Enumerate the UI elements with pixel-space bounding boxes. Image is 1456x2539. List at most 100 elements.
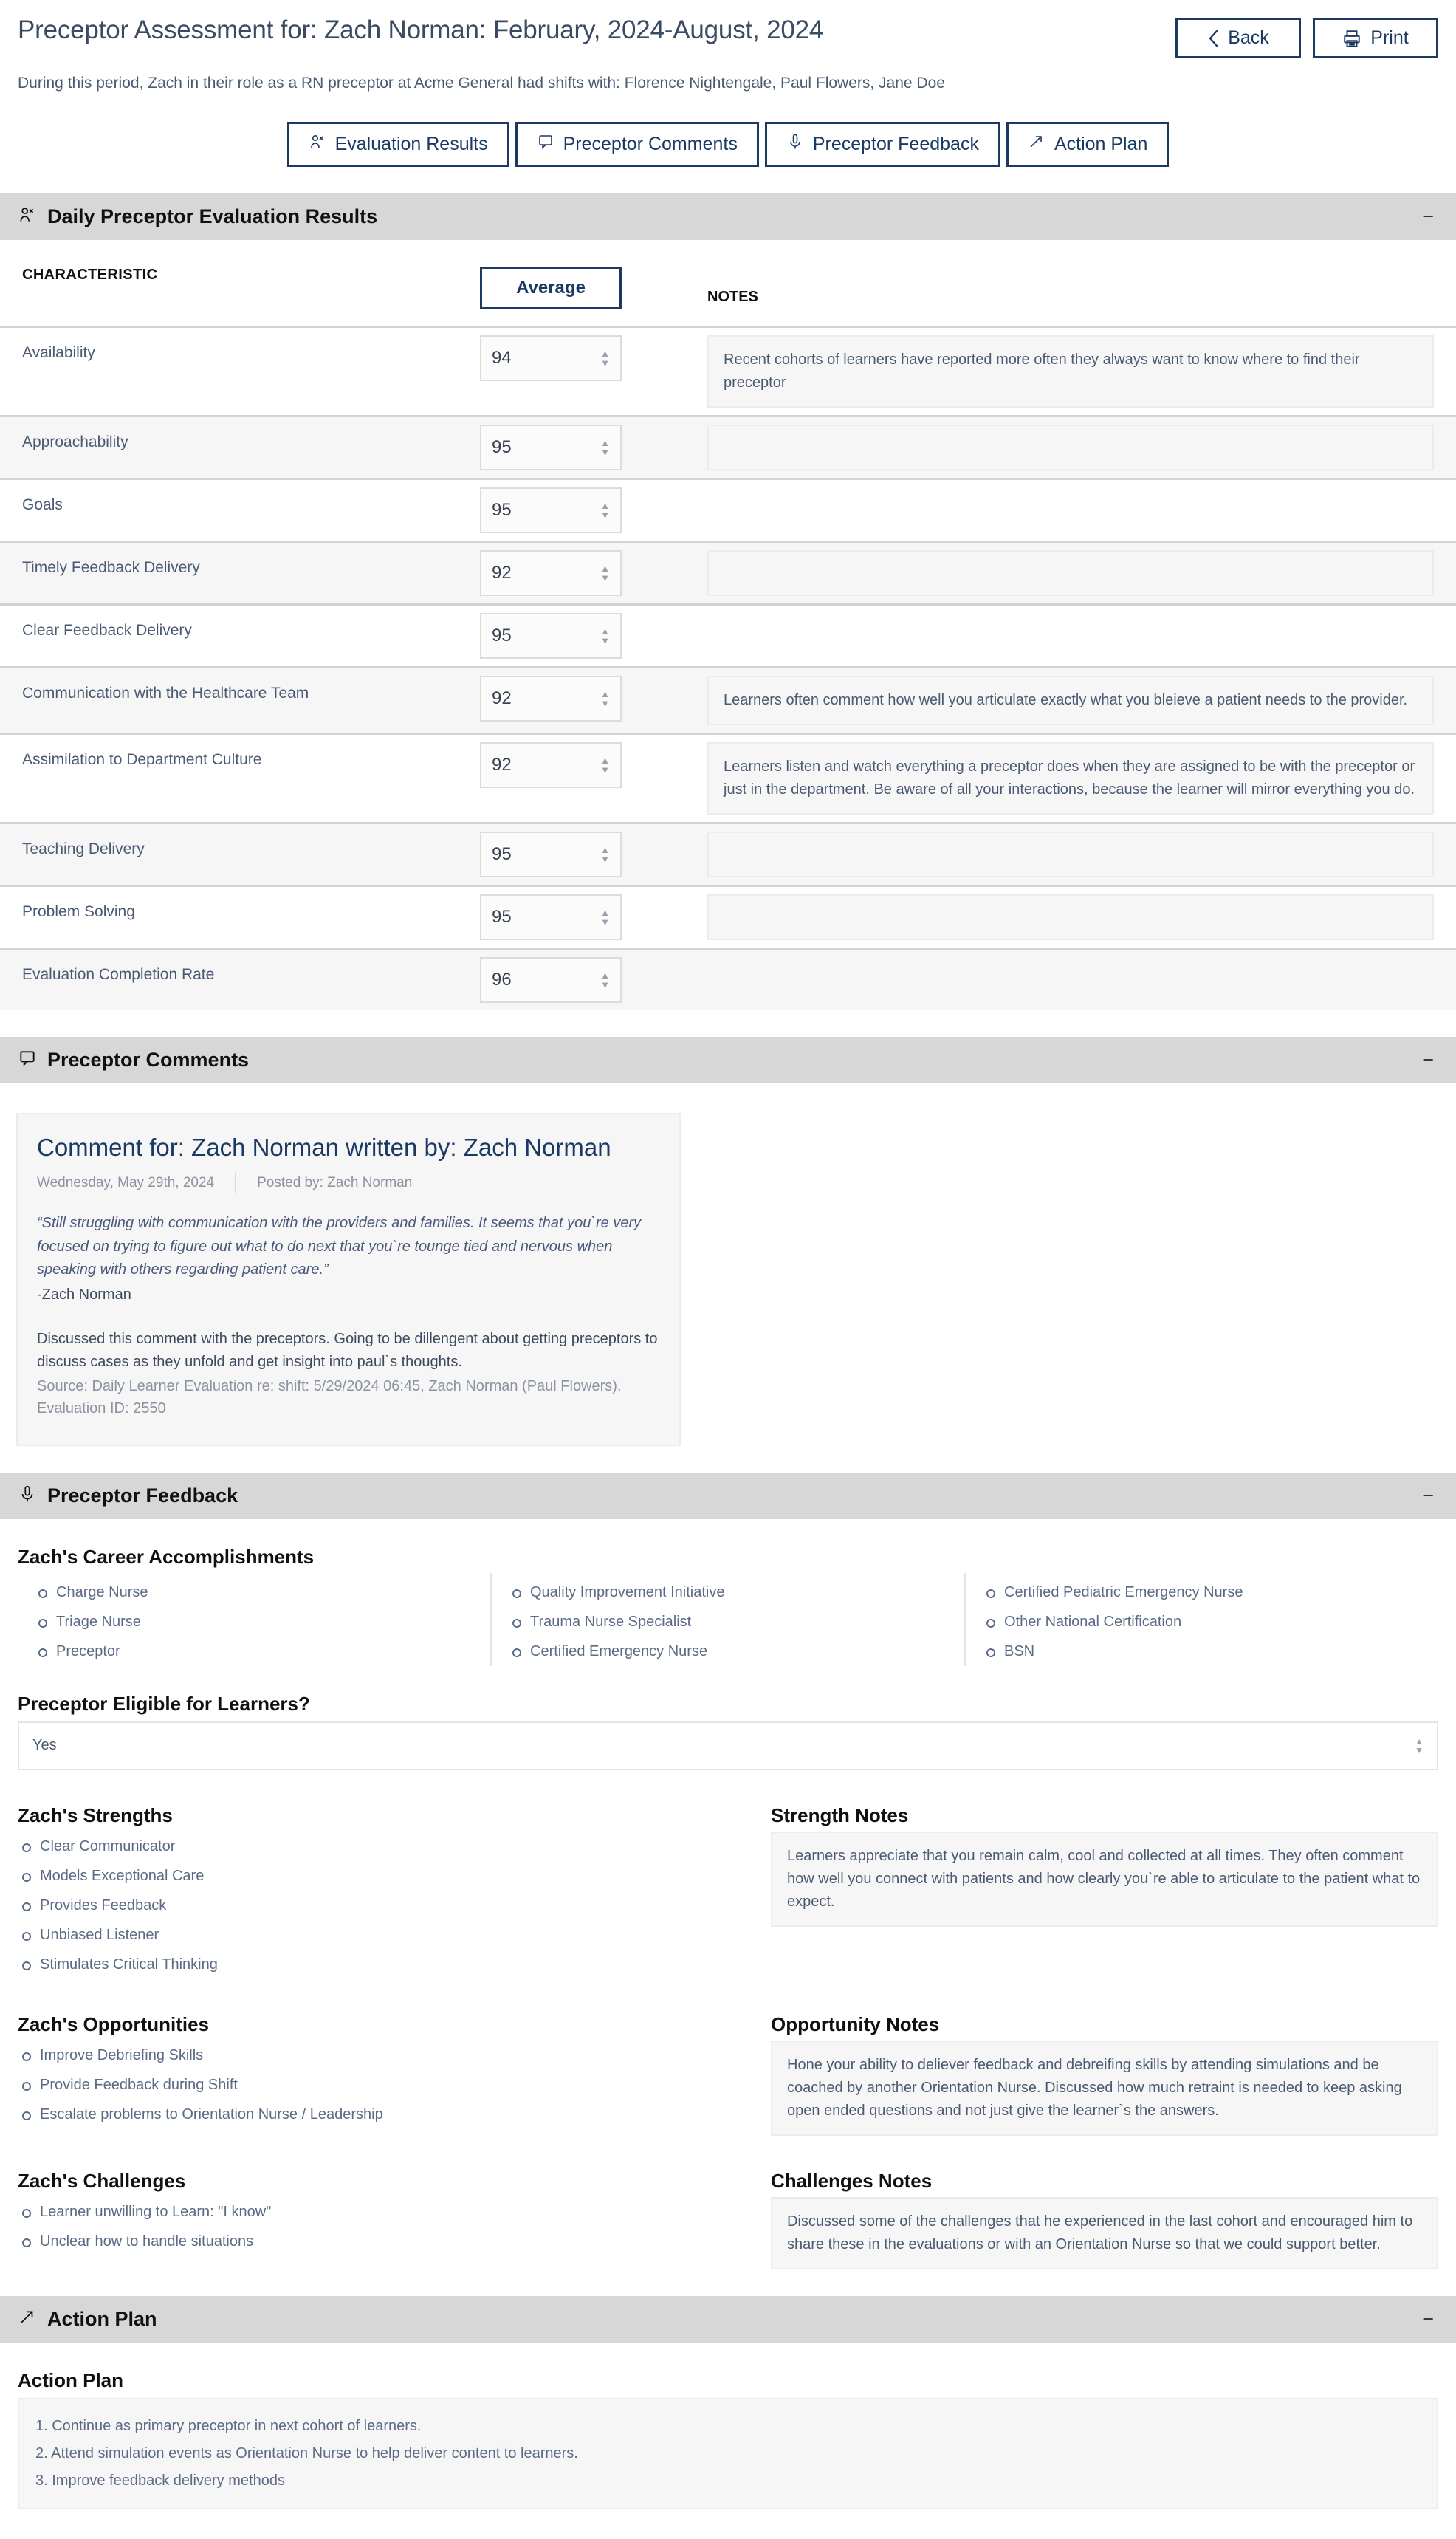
action-plan-item: 1. Continue as primary preceptor in next…: [35, 2417, 422, 2434]
eligible-selected-value: Yes: [32, 1737, 57, 1754]
row-average-value: 92: [492, 688, 512, 708]
accomplishments-list-2: Quality Improvement Initiative Trauma Nur…: [508, 1577, 964, 1666]
row-characteristic: Evaluation Completion Rate: [22, 966, 215, 983]
row-average-stepper[interactable]: 94 ▲ ▼: [480, 335, 622, 381]
row-characteristic: Assimilation to Department Culture: [22, 751, 262, 768]
row-average-value: 95: [492, 844, 512, 864]
column-header-average[interactable]: Average: [480, 267, 622, 309]
comment-source: Source: Daily Learner Evaluation re: shi…: [37, 1377, 622, 1416]
back-button[interactable]: Back: [1175, 18, 1301, 58]
collapse-toggle-action-plan[interactable]: −: [1422, 2309, 1438, 2329]
stepper-arrows-icon[interactable]: ▲ ▼: [600, 908, 610, 927]
stepper-arrows-icon[interactable]: ▲ ▼: [600, 755, 610, 775]
section-title: Preceptor Feedback: [47, 1484, 238, 1507]
row-average-stepper[interactable]: 95 ▲ ▼: [480, 613, 622, 659]
stepper-arrows-icon[interactable]: ▲ ▼: [600, 438, 610, 457]
arrow-icon: [18, 2308, 37, 2331]
stepper-arrows-icon[interactable]: ▲ ▼: [600, 501, 610, 520]
stepper-arrows-icon[interactable]: ▲ ▼: [600, 563, 610, 583]
row-average-stepper[interactable]: 95 ▲ ▼: [480, 832, 622, 877]
meta-divider: [235, 1173, 237, 1193]
comment-meta: Wednesday, May 29th, 2024 Posted by: Zac…: [37, 1173, 660, 1193]
row-average-stepper[interactable]: 96 ▲ ▼: [480, 957, 622, 1003]
row-note[interactable]: Recent cohorts of learners have reported…: [707, 335, 1434, 408]
opportunity-notes-box[interactable]: Hone your ability to deliever feedback a…: [771, 2040, 1438, 2136]
row-average-stepper[interactable]: 92 ▲ ▼: [480, 742, 622, 788]
tab-preceptor-comments[interactable]: Preceptor Comments: [515, 122, 759, 167]
accomplishments-title: Zach's Career Accomplishments: [18, 1545, 315, 1568]
arrow-icon: [1028, 133, 1045, 156]
opportunities-title: Zach's Opportunities: [18, 2012, 209, 2035]
tab-action-plan[interactable]: Action Plan: [1006, 122, 1170, 167]
comment-quote: “Still struggling with communication wit…: [37, 1212, 660, 1306]
strengths-title: Zach's Strengths: [18, 1803, 173, 1826]
row-characteristic: Approachability: [22, 434, 128, 450]
row-note[interactable]: [707, 550, 1434, 596]
list-item: Quality Improvement Initiative: [508, 1577, 964, 1607]
stepper-arrows-icon[interactable]: ▲ ▼: [600, 626, 610, 645]
list-item: Other National Certification: [982, 1607, 1438, 1637]
collapse-toggle-evaluation[interactable]: −: [1422, 207, 1438, 227]
collapse-toggle-feedback[interactable]: −: [1422, 1485, 1438, 1506]
action-plan-box[interactable]: 1. Continue as primary preceptor in next…: [18, 2397, 1438, 2509]
action-plan-item: 3. Improve feedback delivery methods: [35, 2472, 285, 2489]
eligible-title: Preceptor Eligible for Learners?: [18, 1692, 310, 1715]
microphone-icon: [18, 1484, 37, 1507]
row-average-value: 96: [492, 970, 512, 990]
row-note[interactable]: [707, 832, 1434, 877]
section-header-action-plan[interactable]: Action Plan −: [0, 2295, 1456, 2343]
list-item: Unclear how to handle situations: [18, 2227, 741, 2256]
section-title: Preceptor Comments: [47, 1049, 250, 1071]
table-row: Communication with the Healthcare Team 92…: [0, 666, 1456, 733]
section-header-feedback[interactable]: Preceptor Feedback −: [0, 1472, 1456, 1519]
row-characteristic: Communication with the Healthcare Team: [22, 685, 309, 702]
table-row: Teaching Delivery 95 ▲ ▼: [0, 822, 1456, 885]
challenges-notes-title: Challenges Notes: [771, 2169, 933, 2192]
tab-label: Evaluation Results: [334, 134, 488, 154]
row-average-stepper[interactable]: 95 ▲ ▼: [480, 425, 622, 470]
list-item: Learner unwilling to Learn: "I know": [18, 2197, 741, 2227]
tab-preceptor-feedback[interactable]: Preceptor Feedback: [764, 122, 1000, 167]
row-note[interactable]: [707, 425, 1434, 470]
section-header-comments[interactable]: Preceptor Comments −: [0, 1037, 1456, 1083]
table-row: Problem Solving 95 ▲ ▼: [0, 885, 1456, 948]
row-average-stepper[interactable]: 95 ▲ ▼: [480, 487, 622, 533]
stepper-arrows-icon[interactable]: ▲ ▼: [600, 349, 610, 368]
row-characteristic: Teaching Delivery: [22, 840, 145, 857]
column-header-notes: NOTES: [707, 289, 758, 305]
stepper-arrows-icon[interactable]: ▲ ▼: [600, 845, 610, 864]
printer-icon: [1342, 29, 1361, 48]
row-average-stepper[interactable]: 92 ▲ ▼: [480, 676, 622, 722]
tab-evaluation-results[interactable]: Evaluation Results: [286, 122, 509, 167]
row-average-value: 92: [492, 755, 512, 775]
comment-title: Comment for: Zach Norman written by: Zac…: [37, 1134, 611, 1161]
stepper-arrows-icon[interactable]: ▲ ▼: [600, 970, 610, 990]
accomplishments-list-3: Certified Pediatric Emergency Nurse Other…: [982, 1577, 1438, 1666]
comment-date: Wednesday, May 29th, 2024: [37, 1175, 215, 1191]
print-button[interactable]: Print: [1313, 18, 1438, 58]
section-tabs: Evaluation Results Preceptor Comments Pr…: [0, 122, 1456, 167]
challenges-title: Zach's Challenges: [18, 2169, 186, 2192]
strength-notes-box[interactable]: Learners appreciate that you remain calm…: [771, 1831, 1438, 1927]
list-item: Certified Pediatric Emergency Nurse: [982, 1577, 1438, 1607]
row-average-stepper[interactable]: 95 ▲ ▼: [480, 894, 622, 940]
eligible-select[interactable]: Yes ▲ ▼: [18, 1721, 1438, 1770]
challenges-notes-box[interactable]: Discussed some of the challenges that he…: [771, 2196, 1438, 2269]
section-header-evaluation[interactable]: Daily Preceptor Evaluation Results −: [0, 193, 1456, 240]
table-row: Evaluation Completion Rate 96 ▲ ▼: [0, 948, 1456, 1010]
comment-icon: [18, 1049, 37, 1072]
row-average-stepper[interactable]: 92 ▲ ▼: [480, 550, 622, 596]
row-note[interactable]: [707, 894, 1434, 940]
row-note[interactable]: Learners often comment how well you arti…: [707, 676, 1434, 725]
print-button-label: Print: [1370, 27, 1409, 48]
table-row: Goals 95 ▲ ▼: [0, 478, 1456, 541]
comment-icon: [537, 133, 554, 156]
stepper-arrows-icon[interactable]: ▲ ▼: [600, 689, 610, 708]
collapse-toggle-comments[interactable]: −: [1422, 1050, 1438, 1070]
list-item: Models Exceptional Care: [18, 1861, 741, 1891]
table-row: Assimilation to Department Culture 92 ▲ ▼ Le…: [0, 733, 1456, 822]
table-row: Availability 94 ▲ ▼ Recent cohorts of learne…: [0, 326, 1456, 415]
tab-label: Action Plan: [1054, 134, 1148, 154]
row-note[interactable]: Learners listen and watch everything a p…: [707, 742, 1434, 815]
opportunities-list: Improve Debriefing Skills Provide Feedbac…: [18, 2041, 741, 2129]
